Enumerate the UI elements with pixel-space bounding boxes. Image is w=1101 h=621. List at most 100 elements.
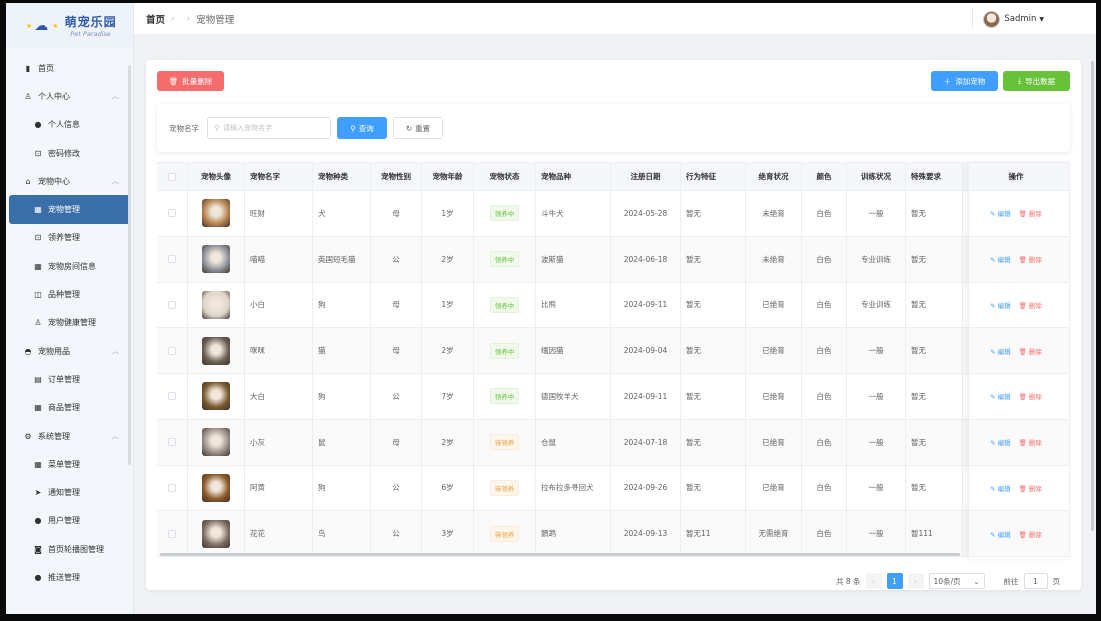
sidebar-item-6[interactable]: ⊡ 领养管理 [6,224,133,252]
cell-kind: 猫 [313,328,371,373]
cell-name: 咪咪 [245,328,313,373]
chevron-up-icon: ︿ [112,92,119,101]
sidebar-item-label: 菜单管理 [48,459,80,469]
cell-neuter: 已绝育 [746,465,802,511]
sidebar-item-17[interactable]: ◙ 首页轮播图管理 [6,535,133,563]
sidebar-item-3[interactable]: ⊡ 密码修改 [6,139,133,167]
row-checkbox[interactable] [168,209,176,218]
search-bar: 宠物名字 ⚲ 请输入宠物名字 ⚲ 查询 ↻ 重置 [157,104,1070,152]
select-all-checkbox[interactable] [157,163,188,190]
reset-button[interactable]: ↻ 重置 [393,117,443,139]
row-checkbox[interactable] [168,438,176,447]
cell-training: 一般 [847,374,906,419]
sidebar-item-4[interactable]: ⌂ 宠物中心 ︿ [6,167,133,195]
sidebar-item-16[interactable]: ● 用户管理 [6,507,133,535]
row-checkbox[interactable] [168,300,176,309]
sidebar-scrollbar[interactable] [128,65,131,465]
row-checkbox[interactable] [168,346,176,355]
sidebar-item-1[interactable]: ♙ 个人中心 ︿ [6,82,133,110]
sidebar-item-15[interactable]: ➤ 通知管理 [6,478,133,506]
sidebar-item-13[interactable]: ⚙ 系统管理 ︿ [6,422,133,450]
cell-behavior: 暂无 [681,236,746,282]
status-badge: 待领养 [489,525,520,542]
status-badge: 领养中 [489,251,520,268]
sidebar-item-10[interactable]: ◓ 宠物用品 ︿ [6,337,133,365]
cell-date: 2024-06-18 [611,236,681,282]
logo-title: 萌宠乐园 [64,15,117,29]
cell-kind: 狗 [313,282,371,328]
sidebar-item-label: 宠物房间信息 [48,261,96,271]
status-badge: 领养中 [489,205,520,222]
sidebar-item-2[interactable]: ● 个人信息 [6,111,133,139]
send-icon: ➤ [34,488,42,498]
sidebar-item-11[interactable]: ▤ 订单管理 [6,365,133,393]
sidebar-item-0[interactable]: ▮ 首页 [6,54,133,82]
sidebar-item-7[interactable]: ▦ 宠物房间信息 [6,252,133,280]
goto-page-input[interactable]: 1 [1023,573,1048,589]
caret-down-icon: ▼ [1039,15,1044,23]
sidebar: ★ ☁ ★ 萌宠乐园 Pet Paradise ▮ 首页 ♙ 个人中心 ︿ ● 个人信息 ⊡ 密… [6,3,134,614]
status-badge: 领养中 [489,342,520,359]
cell-kind: 英国短毛猫 [313,236,371,282]
table-header-row: 宠物头像 宠物名字 宠物种类 宠物性别 宠物年龄 宠物状态 宠物品种 注册日期 行为特征 绝育状况… [157,163,1070,191]
plus-icon: ＋ [943,76,952,86]
sidebar-item-12[interactable]: ▦ 商品管理 [6,394,133,422]
chevron-right-icon: › [171,13,175,24]
cell-special: 暂无 [906,374,963,419]
row-checkbox[interactable] [168,529,176,538]
sidebar-item-label: 宠物中心 [38,176,70,186]
pet-photo [202,336,230,365]
cell-special: 暂无 [906,236,963,282]
fixed-operations-column [968,163,1070,559]
cell-date: 2024-09-11 [611,374,681,419]
batch-delete-button[interactable]: 🗑 批量删除 [157,71,224,91]
sidebar-item-label: 领养管理 [48,233,80,243]
sidebar-item-8[interactable]: ◫ 品种管理 [6,280,133,308]
cell-behavior: 暂无 [681,374,746,419]
cell-kind: 犬 [313,191,371,236]
bar-chart-icon: ▮ [25,63,31,73]
page-unit-label: 页 [1052,576,1061,586]
sidebar-item-5[interactable]: ▦ 宠物管理 [9,195,130,224]
export-button[interactable]: ⤓ 导出数据 [1003,71,1070,91]
sidebar-item-label: 商品管理 [48,403,80,413]
lock-icon: ⊡ [34,233,42,243]
breadcrumb-home[interactable]: 首页 [146,12,165,26]
avatar [983,10,1001,28]
info-icon: ● [34,572,42,582]
pet-table: 宠物头像 宠物名字 宠物种类 宠物性别 宠物年龄 宠物状态 宠物品种 注册日期 行为特征 绝育状况… [157,162,1070,559]
chevron-down-icon: ⌄ [973,576,980,586]
user-menu[interactable]: Sadmin ▼ [972,9,1044,29]
logo: ★ ☁ ★ 萌宠乐园 Pet Paradise [6,3,133,48]
pet-name-input[interactable]: ⚲ 请输入宠物名字 [207,117,331,139]
prev-page-button[interactable]: ‹ [865,573,882,589]
next-page-button[interactable]: › [907,573,924,589]
page-size-select[interactable]: 10条/页 ⌄ [928,573,985,589]
cell-color: 白色 [802,511,847,556]
user-icon: ♙ [34,318,42,328]
row-checkbox[interactable] [168,255,176,264]
sidebar-item-9[interactable]: ♙ 宠物健康管理 [6,309,133,337]
column-header: 绝育状况 [746,163,802,190]
cell-color: 白色 [802,282,847,328]
trash-icon: 🗑 [168,76,179,86]
pet-photo [202,290,230,319]
table-horizontal-scrollbar[interactable] [160,553,960,556]
search-icon: ⚲ [214,124,220,132]
checkbox[interactable] [168,172,176,181]
query-button[interactable]: ⚲ 查询 [337,117,387,139]
sidebar-item-label: 首页 [38,63,54,73]
row-checkbox[interactable] [168,392,176,401]
table-row: 大白狗公 7岁 领养中 德国牧羊犬 2024-09-11 暂无 已绝育 白色 一般 暂无 ✎ 编辑 🗑… [157,374,1070,420]
cell-breed: 鹦鹉 [536,511,611,556]
column-header: 注册日期 [611,163,681,190]
sidebar-item-18[interactable]: ● 推送管理 [6,563,133,591]
page-scrollbar[interactable] [1091,61,1094,531]
row-checkbox[interactable] [168,483,176,492]
table-row: 小白狗母 1岁 领养中 比熊 2024-09-11 暂无 已绝育 白色 专业训练 暂无 ✎ 编辑 🗑 … [157,282,1070,329]
page-number[interactable]: 1 [886,573,903,589]
cloud-icon: ☁ [34,17,49,34]
add-pet-button[interactable]: ＋ 添加宠物 [931,71,998,91]
sidebar-item-14[interactable]: ▦ 菜单管理 [6,450,133,478]
cell-special: 暂无 [906,419,963,465]
